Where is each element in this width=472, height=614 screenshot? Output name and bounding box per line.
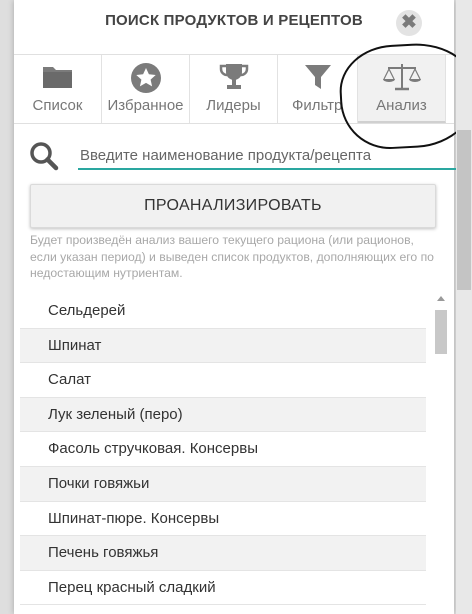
dialog-title: ПОИСК ПРОДУКТОВ И РЕЦЕПТОВ bbox=[105, 12, 363, 29]
tab-analysis-label: Анализ bbox=[376, 97, 427, 114]
tab-filter-label: Фильтр bbox=[292, 97, 343, 114]
scroll-up-arrow-icon[interactable] bbox=[437, 296, 445, 301]
search-row bbox=[28, 138, 456, 174]
tab-list-label: Список bbox=[32, 97, 83, 114]
star-icon bbox=[102, 61, 189, 95]
tab-favorites-label: Избранное bbox=[107, 97, 184, 114]
tab-analysis[interactable]: Анализ bbox=[358, 55, 446, 123]
folder-icon bbox=[14, 61, 101, 95]
tab-leaders[interactable]: Лидеры bbox=[190, 55, 278, 123]
list-item[interactable]: Лук зеленый (перо) bbox=[20, 397, 426, 433]
filter-icon bbox=[278, 61, 357, 95]
analyze-button[interactable]: ПРОАНАЛИЗИРОВАТЬ bbox=[30, 184, 436, 228]
tab-favorites[interactable]: Избранное bbox=[102, 55, 190, 123]
product-list: Сельдерей Шпинат Салат Лук зеленый (перо… bbox=[20, 294, 426, 614]
analysis-hint-text: Будет произведён анализ вашего текущего … bbox=[30, 233, 434, 280]
list-scrollbar[interactable] bbox=[434, 294, 448, 614]
list-item[interactable]: Салат bbox=[20, 363, 426, 398]
list-item[interactable]: Фасоль стручковая. Консервы bbox=[20, 432, 426, 467]
list-item[interactable]: Шпинат-пюре. Консервы bbox=[20, 502, 426, 537]
close-button[interactable]: ✖ bbox=[396, 10, 422, 36]
list-scrollbar-thumb[interactable] bbox=[435, 310, 447, 354]
page-scrollbar[interactable] bbox=[456, 0, 472, 614]
search-input[interactable] bbox=[78, 142, 456, 170]
page-scrollbar-thumb[interactable] bbox=[457, 130, 471, 290]
list-item[interactable]: Шпинат bbox=[20, 328, 426, 364]
search-icon[interactable] bbox=[28, 140, 60, 172]
tab-filter[interactable]: Фильтр bbox=[278, 55, 358, 123]
list-item[interactable]: Печень говяжья bbox=[20, 536, 426, 571]
search-products-dialog: ПОИСК ПРОДУКТОВ И РЕЦЕПТОВ ✖ Список Избр… bbox=[14, 0, 472, 614]
tab-bar: Список Избранное Лидеры Фильтр Анализ bbox=[14, 54, 454, 124]
trophy-icon bbox=[190, 61, 277, 95]
scales-icon bbox=[358, 61, 445, 95]
list-item[interactable]: Перец красный сладкий bbox=[20, 571, 426, 606]
tab-leaders-label: Лидеры bbox=[206, 97, 261, 114]
list-item[interactable]: Сельдерей bbox=[20, 294, 426, 329]
tab-list[interactable]: Список bbox=[14, 55, 102, 123]
list-item[interactable]: Почки говяжьи bbox=[20, 466, 426, 502]
